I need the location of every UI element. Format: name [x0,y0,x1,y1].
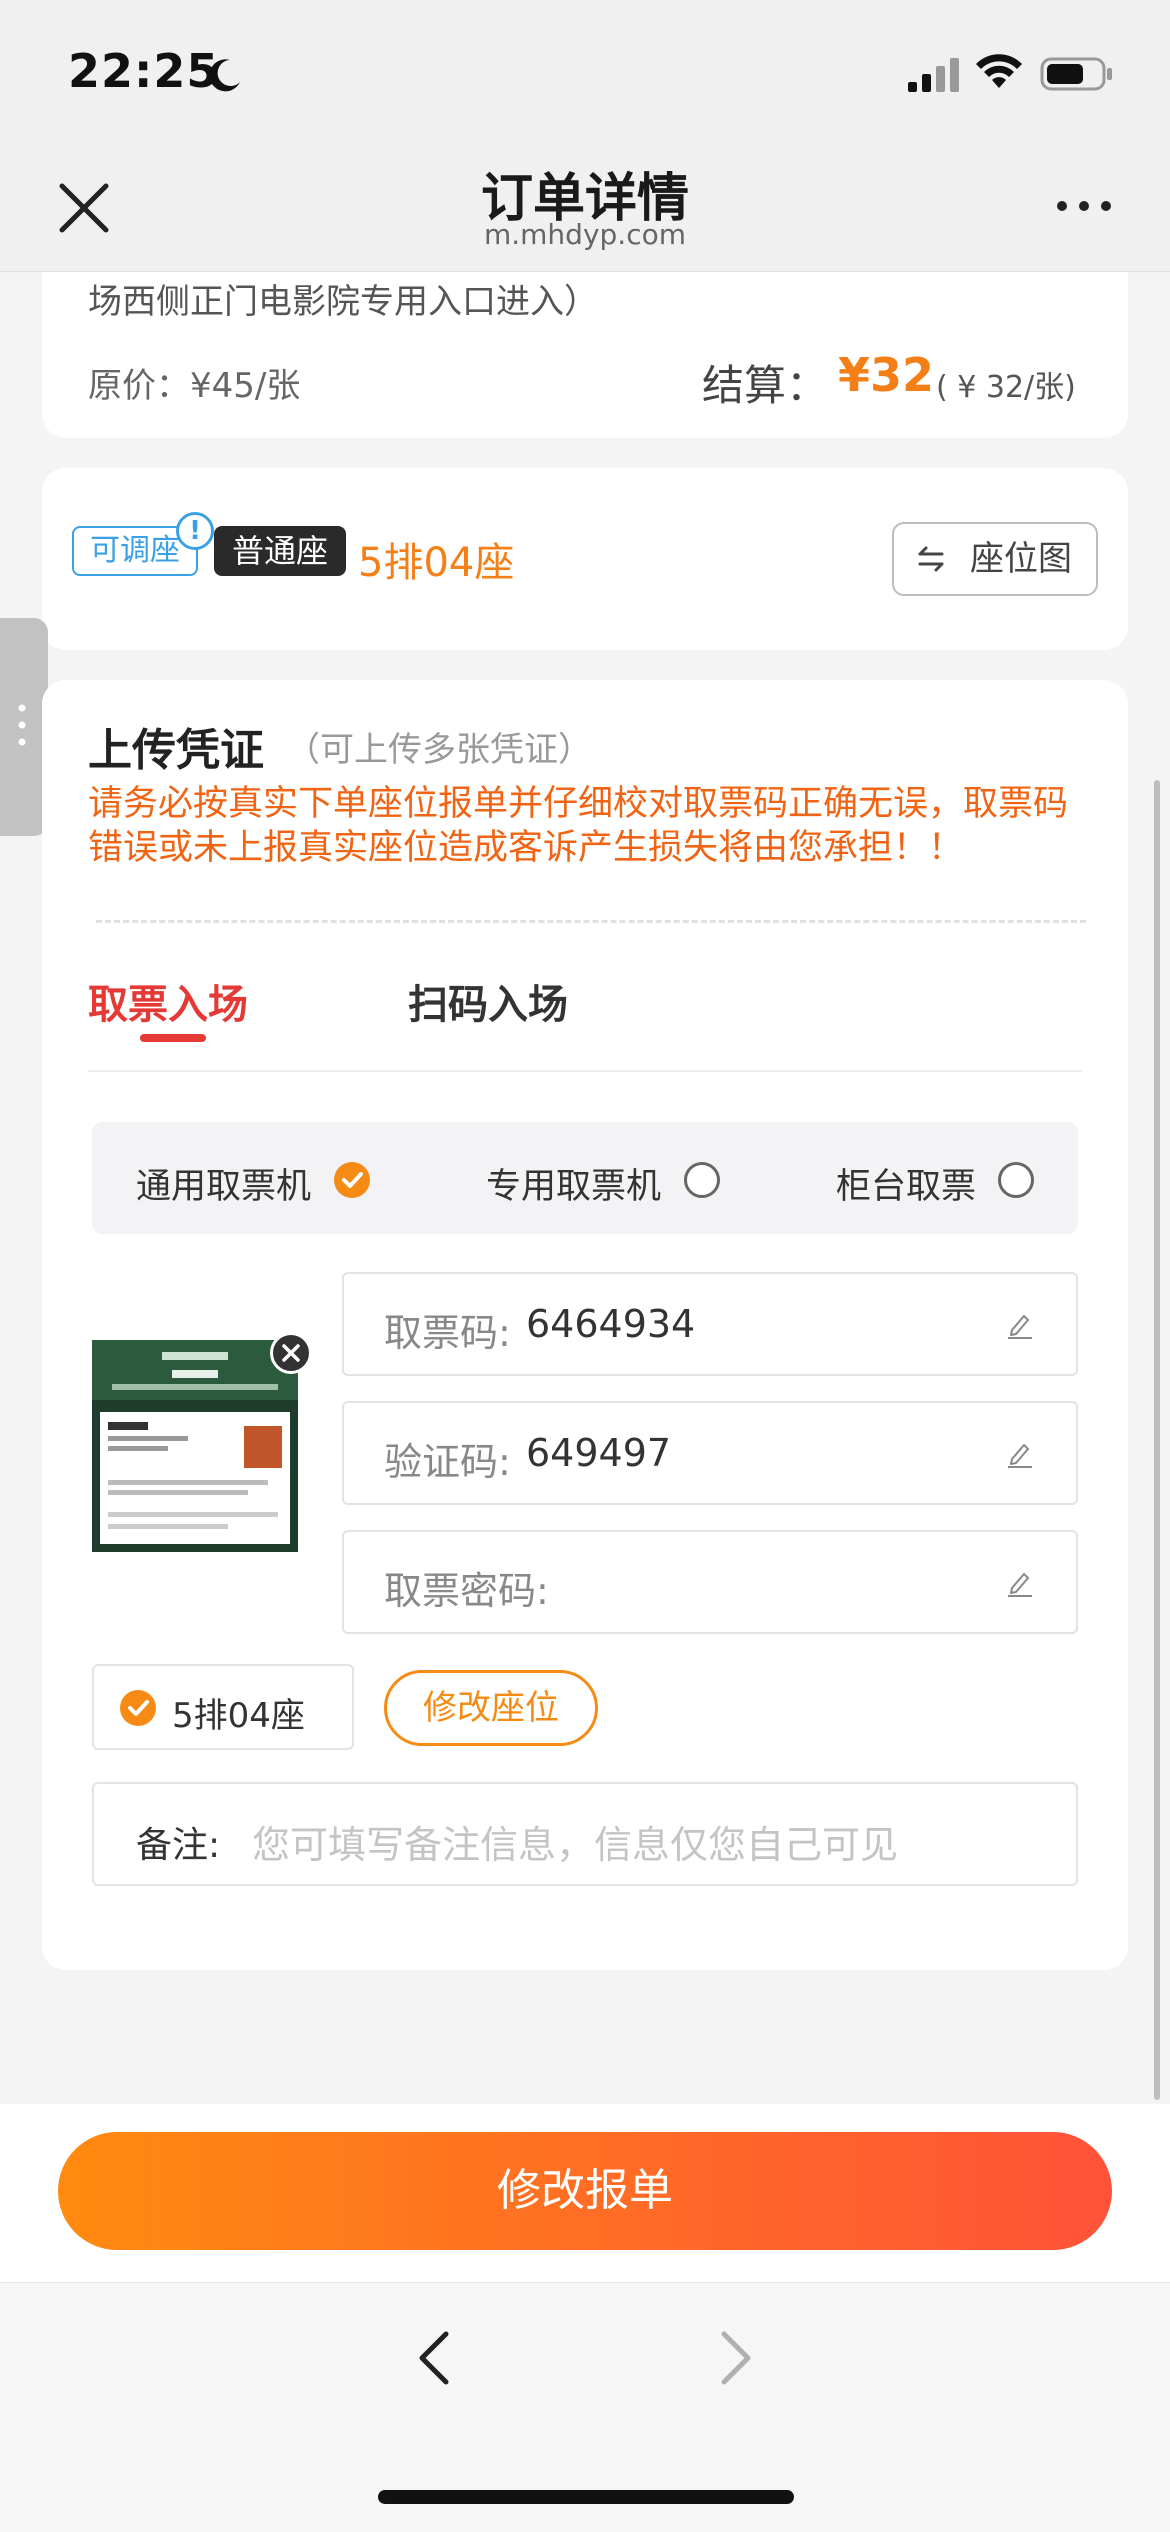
forward-arrow-icon[interactable] [714,2328,758,2388]
pickup-password-label: 取票密码: [384,1569,549,1613]
page: 22:25 订单详情 m.mhdyp.com 场西侧正门电影院专用入口进入） 原… [0,0,1170,2532]
page-url: m.mhdyp.com [483,218,686,251]
dots-vertical-icon [18,704,26,746]
seat-label: 5排04座 [358,540,515,586]
verify-code-label: 验证码: [384,1440,511,1484]
info-icon[interactable]: ! [176,512,214,550]
top-bar: 22:25 订单详情 m.mhdyp.com [0,0,1170,272]
active-tab-indicator [140,1034,206,1042]
edit-icon[interactable] [1004,1437,1036,1469]
status-time: 22:25 [68,44,220,98]
moon-icon [209,59,240,92]
upload-hint: （可上传多张凭证） [286,730,592,770]
option-dedicated-machine[interactable]: 专用取票机 [486,1158,661,1209]
address-tail: 场西侧正门电影院专用入口进入） [88,282,598,322]
tab-ticket-pickup[interactable]: 取票入场 [88,972,248,1030]
swap-icon [918,546,944,572]
seat-type-tag: 普通座 [214,526,347,576]
submit-button[interactable]: 修改报单 [58,2132,1112,2250]
signal-icon [908,58,959,92]
seat-chip-label: 5排04座 [172,1696,305,1736]
voucher-screenshot-image [92,1340,298,1552]
unchecked-radio-icon[interactable] [998,1162,1034,1198]
settle-unit-price: ( ¥ 32/张) [936,370,1076,405]
tab-scan-entry[interactable]: 扫码入场 [408,972,568,1030]
edit-icon[interactable] [1004,1308,1036,1340]
option-general-machine[interactable]: 通用取票机 [136,1158,311,1209]
unchecked-radio-icon[interactable] [684,1162,720,1198]
battery-icon [1040,57,1112,91]
scrollbar[interactable] [1154,780,1160,2100]
remark-label: 备注: [136,1825,221,1866]
pickup-code-label: 取票码: [384,1311,511,1355]
original-price: 原价：¥45/张 [88,366,301,406]
edit-icon[interactable] [1004,1566,1036,1598]
warning-text: 请务必按真实下单座位报单并仔细校对取票码正确无误，取票码错误或未上报真实座位造成… [88,784,1069,868]
settle-value: ¥32 [838,348,935,402]
checked-icon [120,1690,156,1726]
tab-divider [88,1070,1082,1072]
pickup-code-value[interactable]: 6464934 [526,1302,695,1346]
home-indicator [378,2490,794,2504]
modify-seat-button[interactable]: 修改座位 [384,1670,598,1746]
wifi-icon [976,54,1022,88]
back-arrow-icon[interactable] [412,2328,456,2388]
settle-label: 结算： [702,361,829,410]
remark-input[interactable]: 您可填写备注信息，信息仅您自己可见 [252,1814,898,1869]
verify-code-value[interactable]: 649497 [526,1431,671,1475]
option-counter[interactable]: 柜台取票 [836,1158,976,1209]
dashed-divider [96,920,1086,923]
voucher-thumbnail[interactable] [92,1340,298,1552]
upload-title: 上传凭证 [88,725,264,776]
more-icon[interactable] [1054,194,1114,218]
remove-image-icon[interactable] [270,1332,312,1374]
checked-radio-icon[interactable] [334,1162,370,1198]
